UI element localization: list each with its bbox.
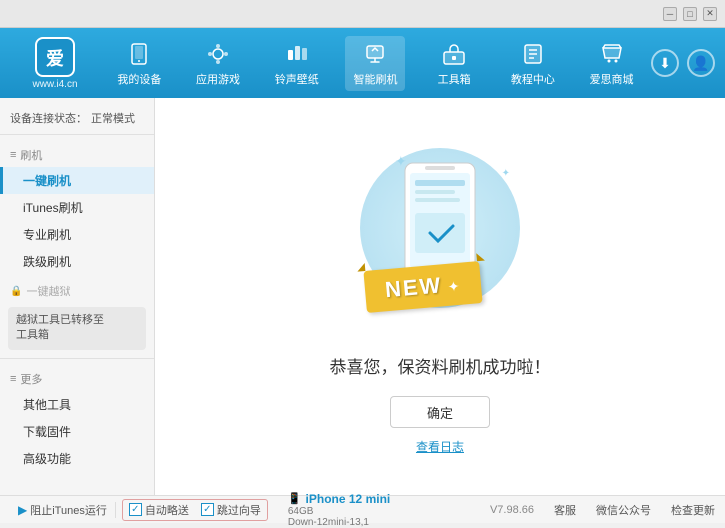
nav-item-shop[interactable]: 爱思商城: [582, 36, 642, 91]
jailbreak-lock-icon: 🔒: [10, 286, 22, 297]
ribbon-fold-right: [477, 253, 486, 262]
more-section-icon: ≡: [10, 373, 16, 385]
bottom-right-actions: V7.98.66 客服 微信公众号 检查更新: [490, 502, 715, 518]
toolbox-icon: [440, 40, 468, 68]
guide-link[interactable]: 查看日志: [416, 438, 464, 455]
nav-label-toolbox: 工具箱: [438, 71, 471, 87]
jailbreak-notice-text: 越狱工具已转移至工具箱: [16, 314, 104, 341]
skip-guide-label: 跳过向导: [217, 502, 261, 518]
user-button[interactable]: 👤: [687, 49, 715, 77]
nav-label-tutorial: 教程中心: [511, 71, 555, 87]
sidebar: 设备连接状态： 正常模式 ≡ 刷机 一键刷机 iTunes刷机 专业刷机 跌级刷…: [0, 98, 155, 495]
close-button[interactable]: ✕: [703, 7, 717, 21]
nav-item-tutorial[interactable]: 教程中心: [503, 36, 563, 91]
ribbon-fold-left: [357, 263, 366, 272]
bottom-bar: ▶ 阻止iTunes运行 ✓ 自动略送 ✓ 跳过向导 📱 iPhone 12 m…: [0, 495, 725, 523]
sidebar-section-jailbreak: 🔒 一键越狱: [0, 279, 154, 303]
nav-item-toolbox[interactable]: 工具箱: [424, 36, 484, 91]
nav-item-ringtone[interactable]: 铃声壁纸: [267, 36, 327, 91]
success-message: 恭喜您，保资料刷机成功啦！: [330, 353, 551, 378]
success-illustration: ✦ ✦ ✦: [340, 138, 540, 338]
nav-item-smart-flash[interactable]: 智能刷机: [345, 36, 405, 91]
download-button[interactable]: ⬇: [651, 49, 679, 77]
titlebar-controls: ─ □ ✕: [663, 7, 717, 21]
auto-skip-label: 自动略送: [145, 502, 189, 518]
sidebar-divider: [0, 358, 154, 359]
nav-label-app-game: 应用游戏: [196, 71, 240, 87]
checkbox-area: ✓ 自动略送 ✓ 跳过向导: [122, 499, 268, 521]
titlebar: ─ □ ✕: [0, 0, 725, 28]
sidebar-item-other-tools[interactable]: 其他工具: [0, 391, 154, 418]
device-info: 📱 iPhone 12 mini 64GB Down-12mini-13,1: [288, 492, 390, 528]
sidebar-item-download-firmware[interactable]: 下载固件: [0, 418, 154, 445]
itunes-stop-button[interactable]: ▶ 阻止iTunes运行: [10, 502, 116, 518]
nav-label-my-device: 我的设备: [117, 71, 161, 87]
tutorial-icon: [519, 40, 547, 68]
new-badge: NEW ✦: [363, 261, 483, 313]
my-device-icon: [125, 40, 153, 68]
status-label: 设备连接状态：: [10, 110, 87, 126]
more-section-label: 更多: [20, 371, 42, 387]
app-game-icon: [204, 40, 232, 68]
sidebar-item-downgrade-flash[interactable]: 跌级刷机: [0, 248, 154, 275]
jailbreak-notice: 越狱工具已转移至工具箱: [8, 307, 146, 350]
nav-bar: 我的设备 应用游戏: [100, 36, 651, 91]
logo-area: 爱 www.i4.cn: [10, 37, 100, 90]
flash-section-icon: ≡: [10, 149, 16, 161]
itunes-stop-icon: ▶: [18, 503, 27, 517]
sidebar-item-itunes-flash[interactable]: iTunes刷机: [0, 194, 154, 221]
status-value: 正常模式: [91, 110, 135, 126]
nav-item-app-game[interactable]: 应用游戏: [188, 36, 248, 91]
device-name: iPhone 12 mini: [306, 492, 391, 506]
sparkle-2: ✦: [502, 168, 510, 179]
device-storage: 64GB: [288, 506, 314, 517]
flash-section-label: 刷机: [20, 147, 42, 163]
star-left: ✦: [447, 278, 460, 295]
header: 爱 www.i4.cn 我的设备: [0, 28, 725, 98]
svg-text:爱: 爱: [46, 49, 64, 69]
device-system-text: Down-12mini-13,1: [288, 517, 369, 528]
app-logo: 爱: [35, 37, 75, 77]
nav-label-ringtone: 铃声壁纸: [275, 71, 319, 87]
nav-item-my-device[interactable]: 我的设备: [109, 36, 169, 91]
content-area: ✦ ✦ ✦: [155, 98, 725, 495]
smart-flash-icon: [361, 40, 389, 68]
maximize-button[interactable]: □: [683, 7, 697, 21]
version-label: V7.98.66: [490, 504, 534, 516]
ringtone-icon: [283, 40, 311, 68]
minimize-button[interactable]: ─: [663, 7, 677, 21]
sidebar-item-advanced[interactable]: 高级功能: [0, 445, 154, 472]
auto-skip-checkbox[interactable]: ✓ 自动略送: [129, 502, 189, 518]
shop-icon: [598, 40, 626, 68]
phone-small-icon: 📱: [288, 492, 302, 505]
sidebar-item-pro-flash[interactable]: 专业刷机: [0, 221, 154, 248]
device-detail: 64GB: [288, 506, 390, 517]
main-area: 设备连接状态： 正常模式 ≡ 刷机 一键刷机 iTunes刷机 专业刷机 跌级刷…: [0, 98, 725, 495]
skip-guide-checkbox[interactable]: ✓ 跳过向导: [201, 502, 261, 518]
check-update-button[interactable]: 检查更新: [671, 502, 715, 518]
logo-website: www.i4.cn: [32, 79, 77, 90]
confirm-button[interactable]: 确定: [390, 396, 490, 428]
auto-skip-checkbox-box: ✓: [129, 503, 142, 516]
itunes-stop-label: 阻止iTunes运行: [30, 502, 107, 518]
wechat-button[interactable]: 微信公众号: [596, 502, 651, 518]
device-status-bar: 设备连接状态： 正常模式: [0, 106, 154, 135]
success-text: 恭喜您，保资料刷机成功啦！: [330, 358, 551, 377]
skip-guide-checkbox-box: ✓: [201, 503, 214, 516]
header-actions: ⬇ 👤: [651, 49, 715, 77]
support-button[interactable]: 客服: [554, 502, 576, 518]
sidebar-section-flash: ≡ 刷机: [0, 143, 154, 167]
sidebar-section-more: ≡ 更多: [0, 367, 154, 391]
new-text: NEW: [384, 272, 443, 302]
device-system: Down-12mini-13,1: [288, 517, 390, 528]
nav-label-smart-flash: 智能刷机: [353, 71, 397, 87]
sidebar-item-one-click-flash[interactable]: 一键刷机: [0, 167, 154, 194]
jailbreak-section-label: 一键越狱: [26, 283, 70, 299]
nav-label-shop: 爱思商城: [590, 71, 634, 87]
